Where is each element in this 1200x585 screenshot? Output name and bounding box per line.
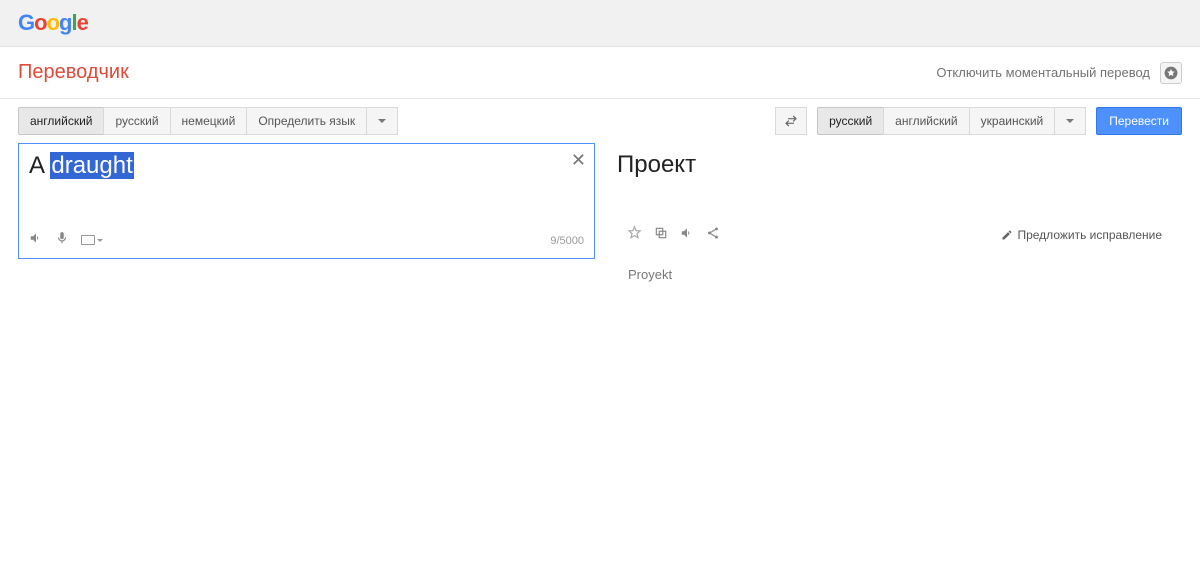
language-row: английский русский немецкий Определить я… [0,99,1200,143]
source-text-prefix: A [29,152,50,179]
star-icon [1164,66,1178,80]
share-icon [706,226,720,240]
result-panel: Проект Предложить исправление [607,143,1182,259]
src-lang-russian[interactable]: русский [103,107,170,135]
copy-icon [654,226,668,240]
keyboard-icon [81,235,95,245]
source-text-selection: draught [50,152,133,179]
disable-instant-link[interactable]: Отключить моментальный перевод [936,65,1150,80]
tgt-lang-more[interactable] [1054,107,1086,135]
star-outline-icon [627,225,642,240]
src-lang-detect[interactable]: Определить язык [246,107,367,135]
swap-icon [783,114,799,128]
listen-source-button[interactable] [29,231,43,250]
speaker-icon [29,231,43,245]
chevron-down-icon [97,239,103,242]
top-bar: Google [0,0,1200,47]
listen-translation-button[interactable] [680,226,694,245]
translation-output: Проект [617,151,1172,179]
phrasebook-button[interactable] [1160,62,1182,84]
tgt-lang-ukrainian[interactable]: украинский [969,107,1056,135]
voice-input-button[interactable] [55,231,69,250]
swap-languages-button[interactable] [775,107,807,135]
src-lang-more[interactable] [366,107,398,135]
char-count: 9/5000 [550,235,584,247]
clear-input-button[interactable]: ✕ [571,150,586,171]
tgt-lang-russian[interactable]: русский [817,107,884,135]
chevron-down-icon [378,119,386,123]
suggest-edit-button[interactable]: Предложить исправление [1001,228,1162,242]
title-bar: Переводчик Отключить моментальный перево… [0,47,1200,99]
app-title[interactable]: Переводчик [18,61,129,84]
copy-translation-button[interactable] [654,226,668,245]
save-translation-button[interactable] [627,225,642,245]
pencil-icon [1001,229,1013,241]
transliteration: Proyekt [600,259,1200,290]
source-panel: A draught ✕ 9/5000 [18,143,595,259]
src-lang-german[interactable]: немецкий [170,107,248,135]
speaker-icon [680,226,694,240]
microphone-icon [55,231,69,245]
tgt-lang-english[interactable]: английский [883,107,969,135]
chevron-down-icon [1066,119,1074,123]
src-lang-english[interactable]: английский [18,107,104,135]
keyboard-button[interactable] [81,232,103,250]
google-logo[interactable]: Google [18,10,88,35]
source-text-input[interactable]: A draught [29,152,584,181]
share-button[interactable] [706,226,720,245]
target-lang-tabs: русский английский украинский [817,107,1086,135]
panels: A draught ✕ 9/5000 Проект Предложить исп… [0,143,1200,259]
source-lang-tabs: английский русский немецкий Определить я… [18,107,398,135]
translate-button[interactable]: Перевести [1096,107,1182,135]
